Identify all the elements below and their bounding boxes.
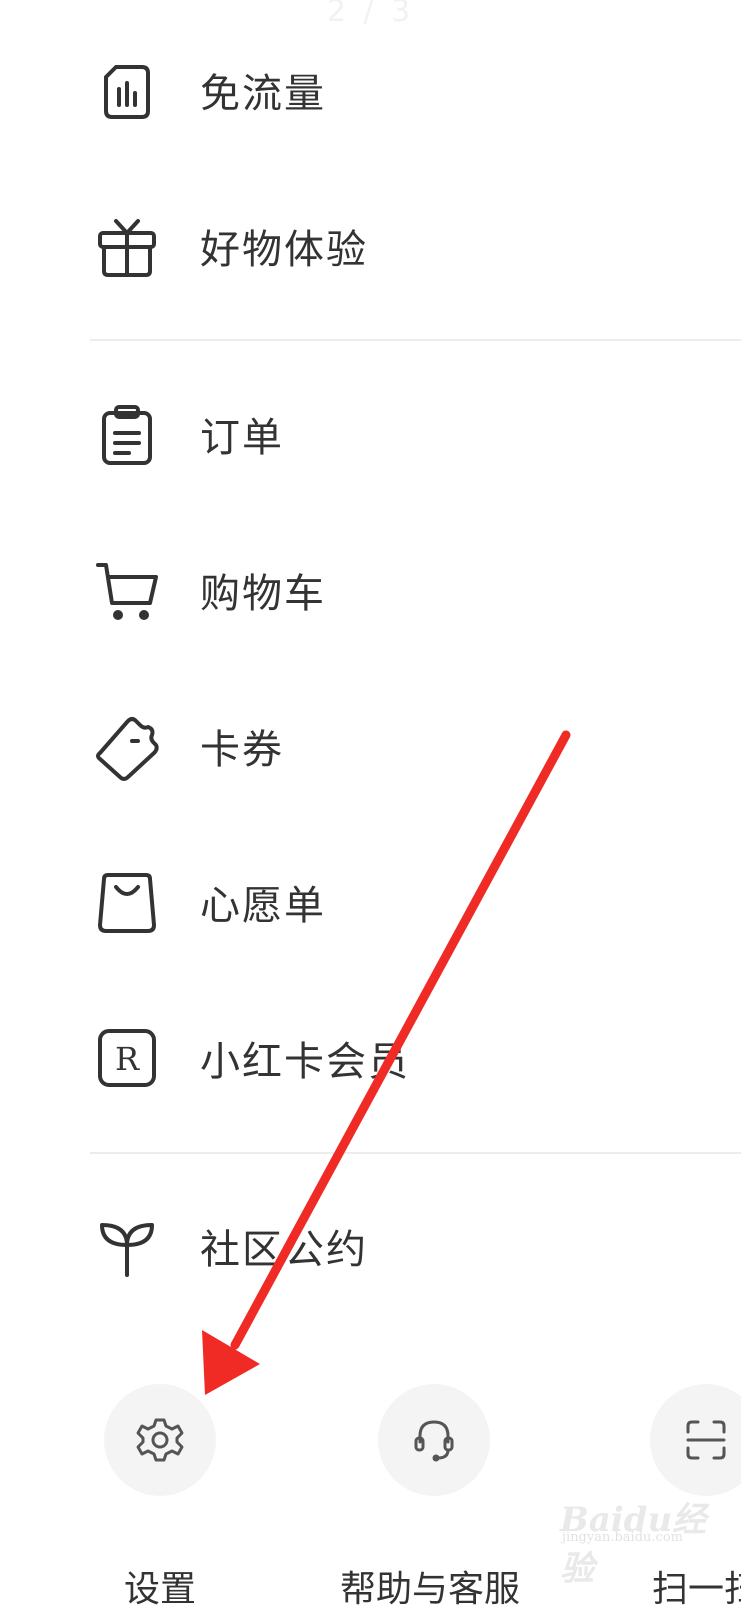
settings-button[interactable] — [104, 1384, 216, 1496]
menu-label: 心愿单 — [200, 883, 326, 929]
shopping-bag-icon — [92, 867, 162, 937]
clipboard-icon — [92, 399, 162, 469]
gear-icon — [136, 1418, 184, 1462]
menu-label: 免流量 — [200, 71, 326, 117]
cart-icon — [92, 555, 162, 625]
menu-item-red-card-member[interactable]: R 小红卡会员 — [0, 998, 741, 1118]
gift-icon — [92, 211, 162, 281]
watermark-url: jingyan.baidu.com — [562, 1530, 683, 1545]
menu-label: 卡券 — [200, 727, 284, 773]
menu-label: 社区公约 — [200, 1227, 368, 1273]
baidu-watermark: Baidu经验 jingyan.baidu.com — [560, 1492, 740, 1589]
settings-label: 设置 — [124, 1569, 197, 1610]
menu-item-free-data[interactable]: 免流量 — [0, 30, 741, 150]
help-support-label: 帮助与客服 — [340, 1569, 521, 1610]
menu-item-wishlist[interactable]: 心愿单 — [0, 842, 741, 962]
menu-item-cart[interactable]: 购物车 — [0, 530, 741, 650]
menu-label: 购物车 — [200, 571, 326, 617]
scan-button[interactable] — [650, 1384, 741, 1496]
menu-item-community-guidelines[interactable]: 社区公约 — [0, 1186, 741, 1306]
scan-icon — [686, 1420, 726, 1460]
sprout-icon — [92, 1211, 162, 1281]
svg-text:R: R — [115, 1040, 140, 1078]
section-divider — [90, 339, 741, 341]
registered-r-icon: R — [92, 1023, 162, 1093]
help-support-button[interactable] — [378, 1384, 490, 1496]
menu-item-product-trial[interactable]: 好物体验 — [0, 186, 741, 306]
menu-label: 订单 — [200, 415, 284, 461]
menu-item-coupons[interactable]: 卡券 — [0, 686, 741, 806]
menu-label: 好物体验 — [200, 227, 368, 273]
headset-icon — [414, 1420, 454, 1462]
page-indicator: 2 / 3 — [326, 0, 415, 29]
menu-label: 小红卡会员 — [200, 1039, 410, 1085]
menu-item-orders[interactable]: 订单 — [0, 374, 741, 494]
ticket-icon — [92, 711, 162, 781]
section-divider — [90, 1152, 741, 1154]
data-plan-icon — [92, 55, 162, 125]
